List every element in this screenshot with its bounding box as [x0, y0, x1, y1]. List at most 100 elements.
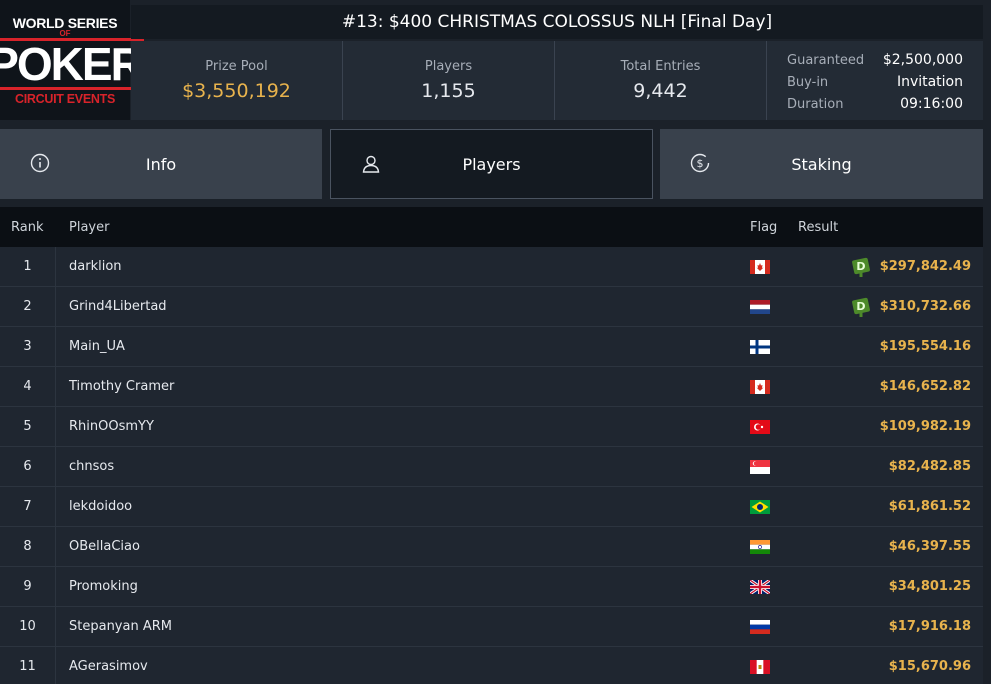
table-row[interactable]: 11 AGerasimov $15,670.96 — [0, 647, 983, 684]
player-name[interactable]: Grind4Libertad — [56, 299, 746, 314]
header-flag[interactable]: Flag — [746, 220, 786, 235]
singapore-flag-icon — [750, 459, 770, 474]
table-body: 1 darklion D $297,842.49 2 Grind4Libertad D $31… — [0, 247, 983, 684]
finland-flag-icon — [750, 339, 770, 354]
canada-flag-icon — [750, 259, 770, 274]
turkey-flag-icon — [750, 419, 770, 434]
entries-label: Total Entries — [620, 59, 701, 74]
flag-cell — [746, 579, 786, 594]
player-name[interactable]: OBellaCiao — [56, 539, 746, 554]
d-badge-icon: D — [851, 257, 870, 277]
result-value: $297,842.49 — [879, 259, 971, 274]
uk-flag-icon — [750, 579, 770, 594]
player-name[interactable]: AGerasimov — [56, 659, 746, 674]
player-name[interactable]: lekdoidoo — [56, 499, 746, 514]
header-result[interactable]: Result — [786, 220, 983, 235]
flag-cell — [746, 379, 786, 394]
table-row[interactable]: 8 OBellaCiao $46,397.55 — [0, 527, 983, 567]
prize-pool-value: $3,550,192 — [182, 80, 291, 102]
table-row[interactable]: 4 Timothy Cramer $146,652.82 — [0, 367, 983, 407]
result-value: $82,482.85 — [888, 459, 971, 474]
buyin-label: Buy-in — [787, 74, 829, 90]
info-icon — [30, 153, 50, 173]
result-cell: $17,916.18 — [786, 619, 983, 634]
player-name[interactable]: darklion — [56, 259, 746, 274]
player-name[interactable]: RhinOOsmYY — [56, 419, 746, 434]
rank-cell: 1 — [0, 247, 56, 286]
result-value: $61,861.52 — [888, 499, 971, 514]
rank-cell: 5 — [0, 407, 56, 446]
players-label: Players — [424, 59, 473, 74]
result-value: $146,652.82 — [879, 379, 971, 394]
tab-bar: Info Players $ Staking — [0, 129, 991, 199]
result-cell: $195,554.16 — [786, 339, 983, 354]
rank-cell: 11 — [0, 647, 56, 684]
result-cell: $82,482.85 — [786, 459, 983, 474]
player-name[interactable]: Main_UA — [56, 339, 746, 354]
buyin-value: Invitation — [896, 74, 963, 90]
meta-guaranteed: Guaranteed $2,500,000 — [787, 49, 963, 71]
header-player[interactable]: Player — [56, 220, 746, 235]
result-cell: $109,982.19 — [786, 419, 983, 434]
stat-prize-pool: Prize Pool $3,550,192 — [131, 41, 343, 120]
meta-duration: Duration 09:16:00 — [787, 93, 963, 115]
player-name[interactable]: chnsos — [56, 459, 746, 474]
rank-cell: 3 — [0, 327, 56, 366]
result-cell: D $310,732.66 — [786, 296, 983, 318]
table-row[interactable]: 6 chnsos $82,482.85 — [0, 447, 983, 487]
result-cell: $46,397.55 — [786, 539, 983, 554]
table-row[interactable]: 2 Grind4Libertad D $310,732.66 — [0, 287, 983, 327]
flag-cell — [746, 499, 786, 514]
tab-players[interactable]: Players — [330, 129, 653, 199]
netherlands-flag-icon — [750, 299, 770, 314]
flag-cell — [746, 659, 786, 674]
rank-cell: 4 — [0, 367, 56, 406]
guaranteed-label: Guaranteed — [787, 52, 865, 68]
table-row[interactable]: 7 lekdoidoo $61,861.52 — [0, 487, 983, 527]
russia-flag-icon — [750, 619, 770, 634]
stats-panel: Prize Pool $3,550,192 Players 1,155 Tota… — [131, 41, 983, 120]
duration-value: 09:16:00 — [900, 96, 963, 112]
player-name[interactable]: Promoking — [56, 579, 746, 594]
entries-value: 9,442 — [633, 80, 688, 102]
result-cell: $34,801.25 — [786, 579, 983, 594]
table-row[interactable]: 10 Stepanyan ARM $17,916.18 — [0, 607, 983, 647]
player-name[interactable]: Stepanyan ARM — [56, 619, 746, 634]
result-cell: $15,670.96 — [786, 659, 983, 674]
wsop-logo: WORLD SERIES OF POKER CIRCUIT EVENTS — [0, 0, 144, 120]
players-value: 1,155 — [421, 80, 476, 102]
logo-line-2: OF — [59, 28, 71, 38]
table-header: Rank Player Flag Result — [0, 207, 983, 247]
rank-cell: 2 — [0, 287, 56, 326]
rank-cell: 6 — [0, 447, 56, 486]
table-row[interactable]: 5 RhinOOsmYY $109,982.19 — [0, 407, 983, 447]
tab-staking[interactable]: $ Staking — [660, 129, 983, 199]
result-value: $195,554.16 — [879, 339, 971, 354]
badge-letter: D — [856, 300, 865, 313]
stat-players: Players 1,155 — [343, 41, 555, 120]
brazil-flag-icon — [750, 499, 770, 514]
result-value: $46,397.55 — [888, 539, 971, 554]
dollar-icon: $ — [690, 153, 710, 173]
result-value: $17,916.18 — [888, 619, 971, 634]
flag-cell — [746, 259, 786, 274]
rank-cell: 10 — [0, 607, 56, 646]
badge-letter: D — [856, 260, 865, 273]
result-cell: D $297,842.49 — [786, 256, 983, 278]
result-value: $109,982.19 — [879, 419, 971, 434]
table-row[interactable]: 3 Main_UA $195,554.16 — [0, 327, 983, 367]
flag-cell — [746, 539, 786, 554]
india-flag-icon — [750, 539, 770, 554]
header-rank[interactable]: Rank — [0, 207, 56, 247]
tournament-meta: Guaranteed $2,500,000 Buy-in Invitation … — [767, 41, 983, 120]
player-name[interactable]: Timothy Cramer — [56, 379, 746, 394]
result-value: $15,670.96 — [888, 659, 971, 674]
tournament-header: WORLD SERIES OF POKER CIRCUIT EVENTS #13… — [0, 0, 991, 120]
svg-text:$: $ — [697, 157, 704, 170]
flag-cell — [746, 419, 786, 434]
table-row[interactable]: 9 Promoking $34,801.25 — [0, 567, 983, 607]
tab-info[interactable]: Info — [0, 129, 322, 199]
logo-line-3: POKER — [0, 37, 144, 90]
table-row[interactable]: 1 darklion D $297,842.49 — [0, 247, 983, 287]
rank-cell: 8 — [0, 527, 56, 566]
